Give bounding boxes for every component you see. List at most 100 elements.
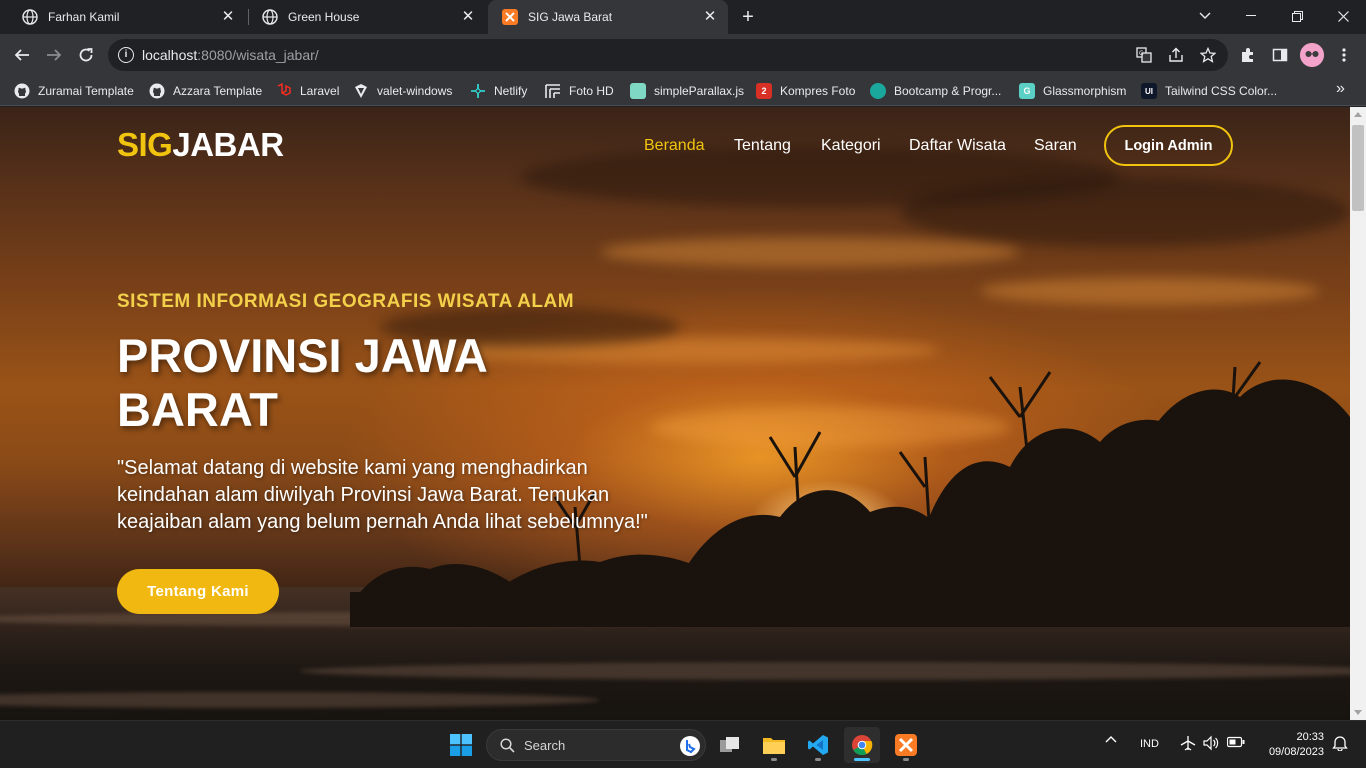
xampp-icon[interactable] [888,727,924,763]
volume-icon[interactable] [1203,735,1219,754]
bookmark-label: Zuramai Template [38,84,134,98]
minimize-button[interactable] [1228,0,1274,32]
vscode-icon[interactable] [800,727,836,763]
address-bar[interactable]: i localhost:8080/wisata_jabar/ G [108,39,1228,71]
cloud-highlight [600,237,1020,267]
nav-link-daftar-wisata[interactable]: Daftar Wisata [909,137,1006,155]
bookmark-laravel[interactable]: Laravel [276,81,339,101]
bookmark-label: Bootcamp & Progr... [894,84,1002,98]
shore-reflection [300,662,1350,680]
ui-icon: UI [1141,83,1157,99]
scroll-up-arrow-icon[interactable] [1354,112,1362,117]
bookmark-azzara-template[interactable]: Azzara Template [149,81,262,101]
globe-icon [22,9,38,25]
tab-search-chevron-icon[interactable] [1182,0,1228,32]
tab-title: Green House [288,10,360,24]
compress-icon: 2 [756,83,772,99]
search-icon [500,738,515,758]
bookmark-label: Glassmorphism [1043,84,1127,98]
bookmark-simpleparallax[interactable]: simpleParallax.js [630,81,744,101]
github-icon [149,83,165,99]
close-tab-icon[interactable]: ✕ [460,9,476,25]
nav-link-tentang[interactable]: Tentang [734,137,791,155]
file-explorer-icon[interactable] [756,727,792,763]
side-panel-icon[interactable] [1266,41,1294,69]
taskbar-search-box[interactable]: Search [486,729,706,761]
glass-icon: G [1019,83,1035,99]
bookmark-label: Azzara Template [173,84,263,98]
system-clock[interactable]: 20:33 09/08/2023 [1258,730,1324,760]
running-indicator [854,758,870,761]
task-view-icon[interactable] [712,727,748,763]
bookmark-star-icon[interactable] [1198,45,1218,65]
valet-icon [353,83,369,99]
new-tab-button[interactable]: + [736,5,760,29]
bookmark-glassmorphism[interactable]: G Glassmorphism [1019,81,1126,101]
hero-headline: PROVINSI JAWA BARAT [117,329,487,436]
extensions-icon[interactable] [1234,41,1262,69]
bootcamp-icon [870,83,886,99]
unsplash-icon [545,83,561,99]
tab-title: Farhan Kamil [48,10,120,24]
chrome-icon[interactable] [844,727,880,763]
url-text: localhost:8080/wisata_jabar/ [142,47,319,63]
bookmark-label: simpleParallax.js [654,84,745,98]
notification-bell-icon[interactable] [1332,735,1348,754]
bookmark-tailwind-colors[interactable]: UI Tailwind CSS Color... [1141,81,1277,101]
bookmark-valet-windows[interactable]: valet-windows [353,81,452,101]
bookmark-label: Netlify [494,84,528,98]
page-scrollbar[interactable] [1350,107,1366,720]
bookmark-zuramai-template[interactable]: Zuramai Template [14,81,134,101]
cloud-shape [900,177,1350,247]
airplane-mode-icon[interactable] [1180,735,1196,754]
nav-link-beranda[interactable]: Beranda [644,137,705,155]
tab-sig-jawa-barat[interactable]: SIG Jawa Barat ✕ [488,0,728,34]
login-admin-button[interactable]: Login Admin [1104,125,1233,166]
bing-icon[interactable] [679,735,701,762]
close-window-button[interactable] [1320,0,1366,32]
site-info-icon[interactable]: i [118,47,134,63]
bookmark-bootcamp[interactable]: Bootcamp & Progr... [870,81,1001,101]
close-tab-icon[interactable]: ✕ [702,9,718,25]
profile-avatar[interactable] [1300,43,1324,67]
translate-icon[interactable]: G [1134,45,1154,65]
nav-link-saran[interactable]: Saran [1034,137,1077,155]
bookmark-foto-hd[interactable]: Foto HD [545,81,614,101]
running-indicator [771,758,777,761]
bookmark-label: Laravel [300,84,340,98]
forward-button[interactable] [40,41,68,69]
hero-lead-text: "Selamat datang di website kami yang men… [117,457,648,533]
more-bookmarks-chevron-icon[interactable]: » [1336,80,1345,98]
tab-title: SIG Jawa Barat [528,10,613,24]
tab-green-house[interactable]: Green House ✕ [248,0,486,34]
clock-date: 09/08/2023 [1268,746,1324,758]
tab-farhan-kamil[interactable]: Farhan Kamil ✕ [8,0,246,34]
cloud-highlight [980,277,1320,305]
github-icon [14,83,30,99]
bookmark-label: Tailwind CSS Color... [1165,84,1278,98]
search-label: Search [524,738,566,753]
netlify-icon [470,83,486,99]
svg-text:G: G [1139,50,1144,57]
bookmark-kompres-foto[interactable]: 2 Kompres Foto [756,81,855,101]
browser-menu-icon[interactable] [1330,41,1358,69]
running-indicator [903,758,909,761]
hero-section: SIGJABAR Beranda Tentang Kategori Daftar… [0,107,1350,720]
site-logo[interactable]: SIGJABAR [117,126,284,164]
scroll-down-arrow-icon[interactable] [1354,710,1362,715]
nav-link-kategori[interactable]: Kategori [821,137,881,155]
bookmark-label: valet-windows [377,84,453,98]
share-icon[interactable] [1166,45,1186,65]
keyboard-language-indicator[interactable]: IND [1140,738,1159,750]
back-button[interactable] [8,41,36,69]
hero-kicker: SISTEM INFORMASI GEOGRAFIS WISATA ALAM [117,291,575,312]
show-hidden-icons-chevron-icon[interactable] [1105,734,1117,749]
windows-start-icon[interactable] [443,727,479,763]
bookmark-netlify[interactable]: Netlify [470,81,527,101]
close-tab-icon[interactable]: ✕ [220,9,236,25]
reload-button[interactable] [72,41,100,69]
tentang-kami-button[interactable]: Tentang Kami [117,569,279,614]
battery-icon[interactable] [1226,736,1245,751]
scrollbar-thumb[interactable] [1352,125,1364,211]
restore-button[interactable] [1274,0,1320,32]
